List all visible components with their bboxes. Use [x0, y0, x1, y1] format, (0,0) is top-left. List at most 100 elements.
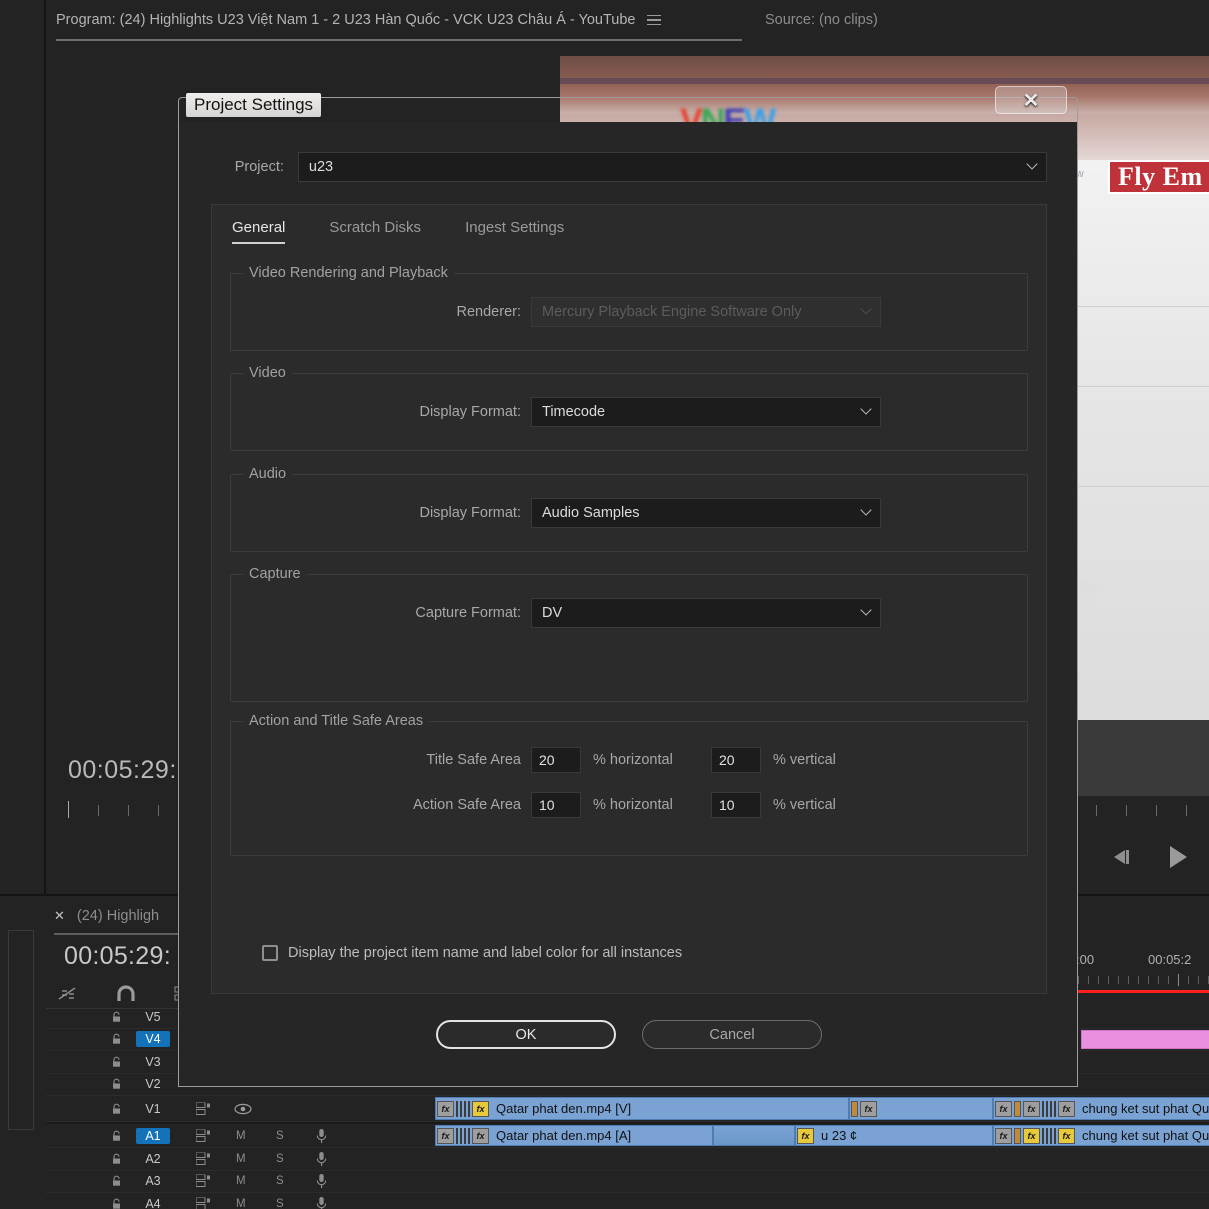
track-header-a3[interactable]: A3 M S	[46, 1171, 391, 1193]
timeline-clip-graphic[interactable]	[1081, 1029, 1209, 1049]
track-lane-a1[interactable]: fx fx Qatar phat den.mp4 [A] fx u 23 ¢ f…	[391, 1124, 1209, 1147]
tab-general[interactable]: General	[232, 219, 286, 244]
sync-lock-icon[interactable]	[196, 1129, 211, 1142]
track-header-a2[interactable]: A2 M S	[46, 1148, 391, 1170]
capture-format-dropdown[interactable]: DV	[531, 598, 881, 628]
display-project-item-name-checkbox[interactable]	[262, 945, 278, 961]
video-display-format-row: Display Format: Timecode	[231, 397, 881, 427]
close-icon[interactable]: ✕	[54, 908, 65, 924]
fx-icon-active[interactable]: fx	[1058, 1127, 1075, 1144]
action-safe-vertical-input[interactable]: 10	[711, 792, 761, 818]
fx-icon[interactable]: fx	[1058, 1100, 1075, 1117]
timeline-clip-v1-1[interactable]: fx fx Qatar phat den.mp4 [V]	[435, 1097, 849, 1120]
timeline-clip-a1-1[interactable]: fx fx Qatar phat den.mp4 [A]	[435, 1125, 713, 1146]
fx-icon[interactable]: fx	[437, 1127, 454, 1144]
action-safe-horizontal-input[interactable]: 10	[531, 792, 581, 818]
fx-icon[interactable]: fx	[437, 1100, 454, 1117]
group-label: Video	[243, 365, 292, 381]
sync-lock-icon[interactable]	[196, 1174, 211, 1188]
track-lane-a2[interactable]	[391, 1148, 1209, 1170]
mute-button[interactable]: M	[236, 1153, 246, 1165]
lock-icon[interactable]	[112, 1153, 121, 1164]
tab-source-monitor[interactable]: Source: (no clips)	[765, 0, 878, 40]
track-name-a4[interactable]: A4	[136, 1196, 170, 1209]
eye-icon[interactable]	[234, 1103, 252, 1114]
track-header-a4[interactable]: A4 M S	[46, 1193, 391, 1209]
lock-icon[interactable]	[112, 1056, 121, 1067]
track-name-a2[interactable]: A2	[136, 1151, 170, 1167]
project-dropdown[interactable]: u23	[297, 152, 1047, 182]
fx-icon[interactable]: fx	[472, 1127, 489, 1144]
tab-program-monitor[interactable]: Program: (24) Highlights U23 Việt Nam 1 …	[46, 0, 744, 40]
title-safe-horizontal-input[interactable]: 20	[531, 747, 581, 773]
track-name-a1[interactable]: A1	[136, 1127, 170, 1144]
microphone-icon[interactable]	[316, 1151, 327, 1167]
timeline-timecode[interactable]: 00:05:29:	[64, 942, 171, 971]
microphone-icon[interactable]	[316, 1196, 327, 1209]
lock-icon[interactable]	[112, 1103, 121, 1114]
track-name-v2[interactable]: V2	[136, 1076, 170, 1092]
video-display-format-dropdown[interactable]: Timecode	[531, 397, 881, 427]
track-name-v3[interactable]: V3	[136, 1054, 170, 1070]
transition-icon[interactable]	[1014, 1127, 1021, 1144]
mute-button[interactable]: M	[236, 1198, 246, 1209]
fx-icon-active[interactable]: fx	[797, 1127, 814, 1144]
track-lane-v1[interactable]: fx fx Qatar phat den.mp4 [V] fx fx fx fx…	[391, 1096, 1209, 1121]
close-icon[interactable]: ✕	[995, 86, 1067, 114]
track-name-v1[interactable]: V1	[136, 1101, 170, 1117]
track-name-v5[interactable]: V5	[136, 1009, 170, 1025]
program-timecode[interactable]: 00:05:29:1	[68, 756, 191, 785]
mute-button[interactable]: M	[236, 1130, 246, 1142]
solo-button[interactable]: S	[276, 1175, 284, 1187]
mute-button[interactable]: M	[236, 1175, 246, 1187]
timeline-clip-a1-wave[interactable]	[713, 1125, 795, 1146]
fx-icon-active[interactable]: fx	[1023, 1127, 1040, 1144]
display-project-item-name-row[interactable]: Display the project item name and label …	[262, 945, 682, 961]
lock-icon[interactable]	[112, 1198, 121, 1209]
lock-icon[interactable]	[112, 1033, 121, 1045]
lock-icon[interactable]	[112, 1130, 121, 1141]
timeline-clip-a1-3[interactable]: fx fx fx chung ket sut phat Quang Hai.mp…	[993, 1125, 1209, 1146]
microphone-icon[interactable]	[316, 1173, 327, 1189]
track-name-v4[interactable]: V4	[136, 1031, 170, 1048]
lock-icon[interactable]	[112, 1175, 121, 1187]
tab-ingest-settings[interactable]: Ingest Settings	[465, 219, 564, 244]
play-icon[interactable]	[1170, 846, 1187, 868]
step-back-icon[interactable]	[1114, 849, 1132, 865]
solo-button[interactable]: S	[276, 1130, 284, 1142]
solo-button[interactable]: S	[276, 1153, 284, 1165]
sync-lock-icon[interactable]	[196, 1152, 211, 1165]
ok-button[interactable]: OK	[436, 1020, 616, 1049]
hamburger-icon[interactable]	[647, 14, 662, 26]
sync-lock-icon[interactable]	[196, 1102, 211, 1115]
track-header-a1[interactable]: A1 M S	[46, 1124, 391, 1147]
track-lane-a3[interactable]	[391, 1171, 1209, 1193]
lock-icon[interactable]	[112, 1078, 121, 1090]
timeline-clip-v1-mid[interactable]: fx	[849, 1097, 993, 1120]
track-header-v1[interactable]: V1	[46, 1096, 391, 1121]
fx-icon[interactable]: fx	[995, 1127, 1012, 1144]
track-name-a3[interactable]: A3	[136, 1173, 170, 1189]
transition-icon[interactable]	[1014, 1100, 1021, 1117]
snap-icon[interactable]	[116, 985, 136, 1003]
tab-scratch-disks[interactable]: Scratch Disks	[329, 219, 421, 244]
cancel-button[interactable]: Cancel	[642, 1020, 822, 1049]
fx-icon-active[interactable]: fx	[472, 1100, 489, 1117]
linked-selection-icon[interactable]	[56, 984, 78, 1004]
timeline-tab[interactable]: ✕ (24) Highligh	[46, 898, 159, 934]
timeline-time-ruler[interactable]: :00 00:05:2	[1076, 950, 1209, 974]
fx-icon[interactable]: fx	[995, 1100, 1012, 1117]
solo-button[interactable]: S	[276, 1198, 284, 1209]
fx-icon[interactable]: fx	[860, 1100, 877, 1117]
sync-lock-icon[interactable]	[196, 1197, 211, 1209]
microphone-icon[interactable]	[316, 1128, 327, 1144]
timeline-clip-a1-2[interactable]: fx u 23 ¢	[795, 1125, 993, 1146]
track-lane-a4[interactable]	[391, 1193, 1209, 1209]
timeline-clip-v1-2[interactable]: fx fx fx chung ket sut phat Quang Hai.mp…	[993, 1097, 1209, 1120]
title-safe-vertical-input[interactable]: 20	[711, 747, 761, 773]
lock-icon[interactable]	[112, 1011, 121, 1022]
fx-icon[interactable]: fx	[1023, 1100, 1040, 1117]
transition-icon[interactable]	[851, 1100, 858, 1117]
audio-display-format-dropdown[interactable]: Audio Samples	[531, 498, 881, 528]
timeline-work-area-bar[interactable]	[1076, 990, 1209, 993]
